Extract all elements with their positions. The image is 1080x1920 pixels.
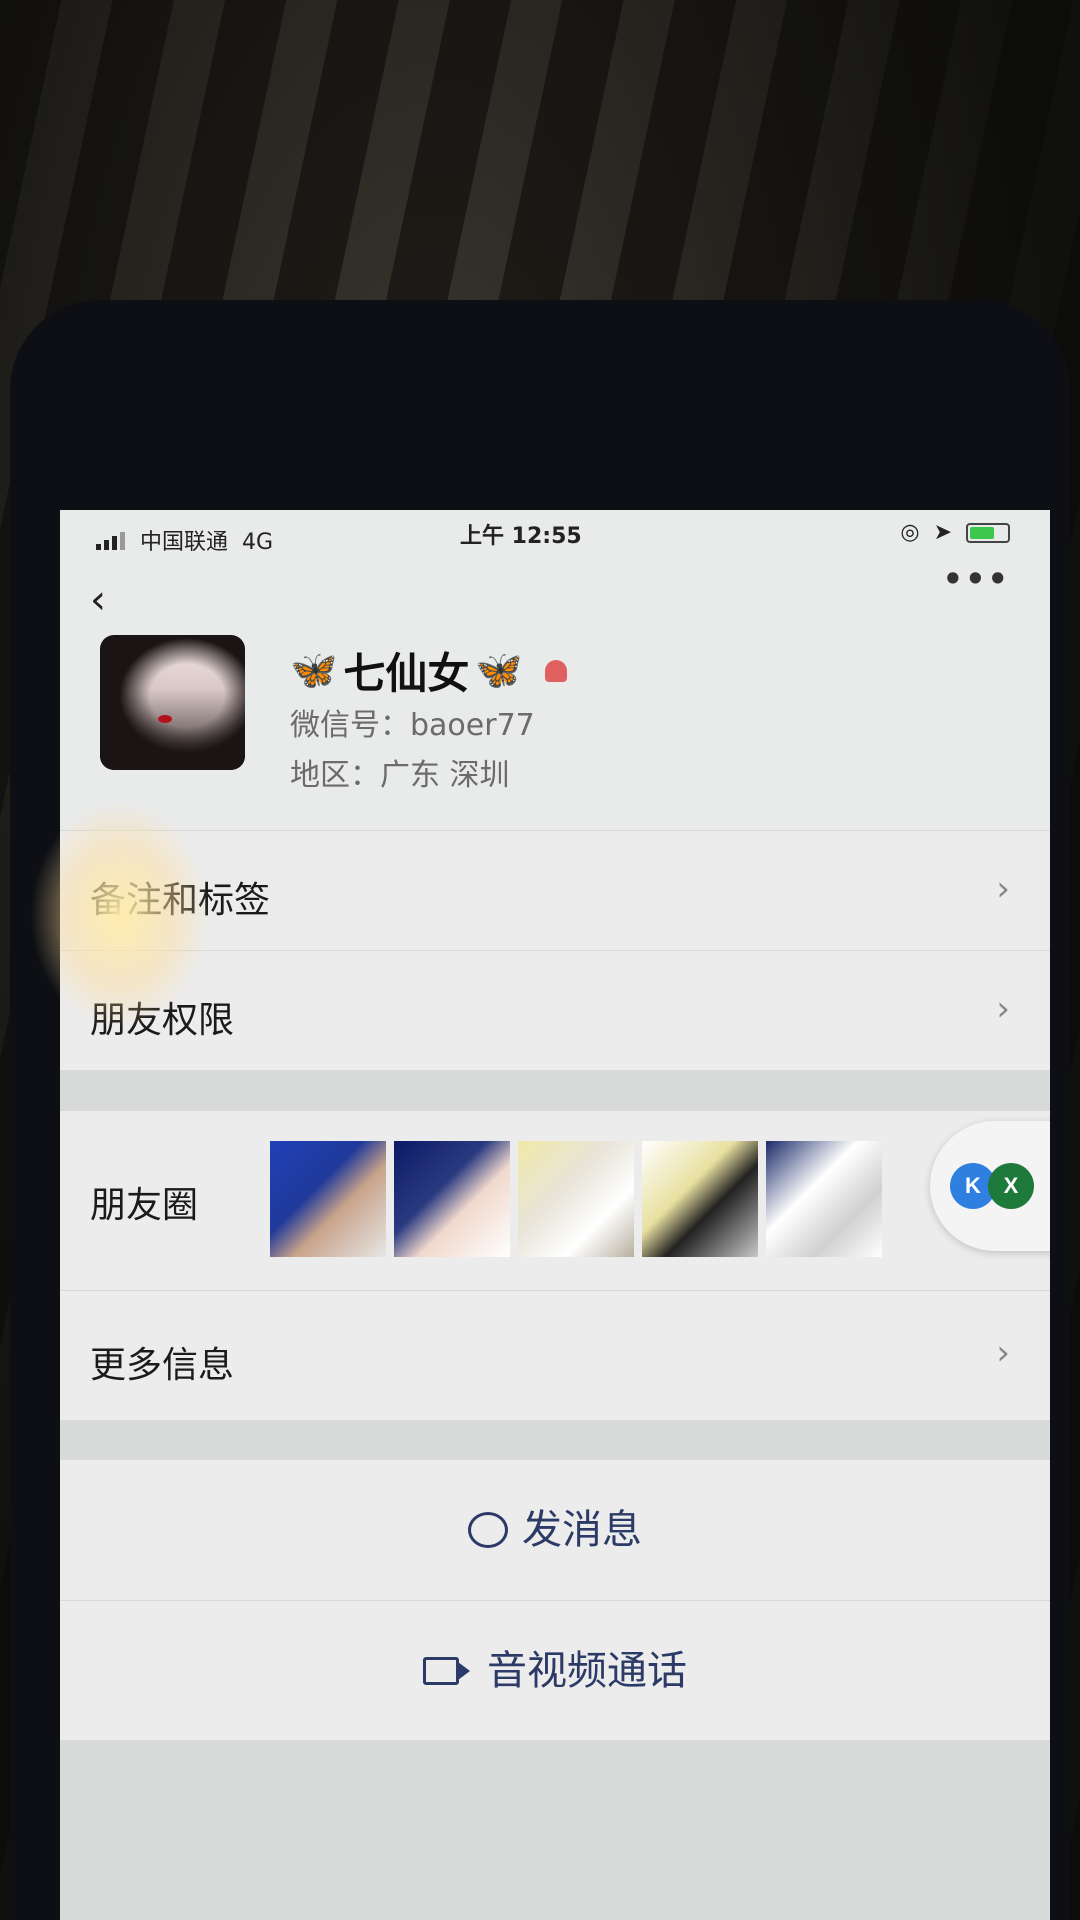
chevron-right-icon: ›: [996, 869, 1010, 909]
moments-thumbnail: [642, 1141, 758, 1257]
light-glare: [30, 800, 210, 1030]
row-label: 更多信息: [90, 1345, 235, 1386]
carrier-label: 中国联通 4G: [140, 530, 274, 555]
moments-thumbnail: [394, 1141, 510, 1257]
network-label: 4G: [242, 530, 274, 555]
signal-icon: [96, 532, 125, 550]
chevron-right-icon: ›: [996, 1333, 1010, 1373]
profile-name-line: 🦋 七仙女 🦋: [290, 640, 567, 701]
butterfly-icon: 🦋: [475, 648, 523, 692]
chevron-right-icon: ›: [996, 989, 1010, 1029]
status-icons: ◎ ➤: [900, 520, 1010, 545]
moments-thumbnail: [270, 1141, 386, 1257]
phone-screen: 中国联通 4G 上午 12:55 ◎ ➤ ‹ ••• 🦋 七仙女 🦋 微信号：b…: [60, 510, 1050, 1920]
wechat-id: 微信号：baoer77: [290, 708, 535, 743]
row-label: 朋友圈: [90, 1185, 199, 1226]
moments-thumbnail: [518, 1141, 634, 1257]
send-message-label: 发消息: [522, 1507, 642, 1553]
female-gender-icon: [544, 659, 567, 682]
battery-icon: [966, 522, 1010, 543]
butterfly-icon: 🦋: [290, 648, 338, 692]
video-camera-icon: [423, 1657, 470, 1685]
section-divider: [60, 1420, 1050, 1460]
send-message-button[interactable]: 发消息: [60, 1460, 1050, 1600]
av-call-button[interactable]: 音视频通话: [60, 1600, 1050, 1741]
status-bar: 中国联通 4G 上午 12:55 ◎ ➤: [60, 510, 1050, 570]
av-call-label: 音视频通话: [487, 1648, 687, 1694]
section-divider: [60, 1070, 1050, 1110]
location-icon: ➤: [933, 520, 952, 545]
chat-bubble-icon: [468, 1512, 508, 1548]
row-moments[interactable]: 朋友圈 K X: [60, 1110, 1050, 1291]
row-friend-permissions[interactable]: 朋友权限 ›: [60, 950, 1050, 1071]
bottom-area: [60, 1740, 1050, 1920]
profile-name: 七仙女: [343, 649, 470, 698]
moments-thumbnails: [270, 1141, 882, 1257]
more-options-button[interactable]: •••: [943, 560, 1010, 598]
floating-widget[interactable]: K X: [930, 1121, 1050, 1251]
row-more-info[interactable]: 更多信息 ›: [60, 1290, 1050, 1421]
rotation-lock-icon: ◎: [900, 520, 920, 545]
avatar[interactable]: [100, 635, 245, 770]
moments-thumbnail: [766, 1141, 882, 1257]
status-time: 上午 12:55: [460, 524, 582, 549]
app-x-icon[interactable]: X: [988, 1163, 1034, 1209]
back-button[interactable]: ‹: [90, 575, 140, 625]
region: 地区：广东 深圳: [290, 758, 510, 793]
